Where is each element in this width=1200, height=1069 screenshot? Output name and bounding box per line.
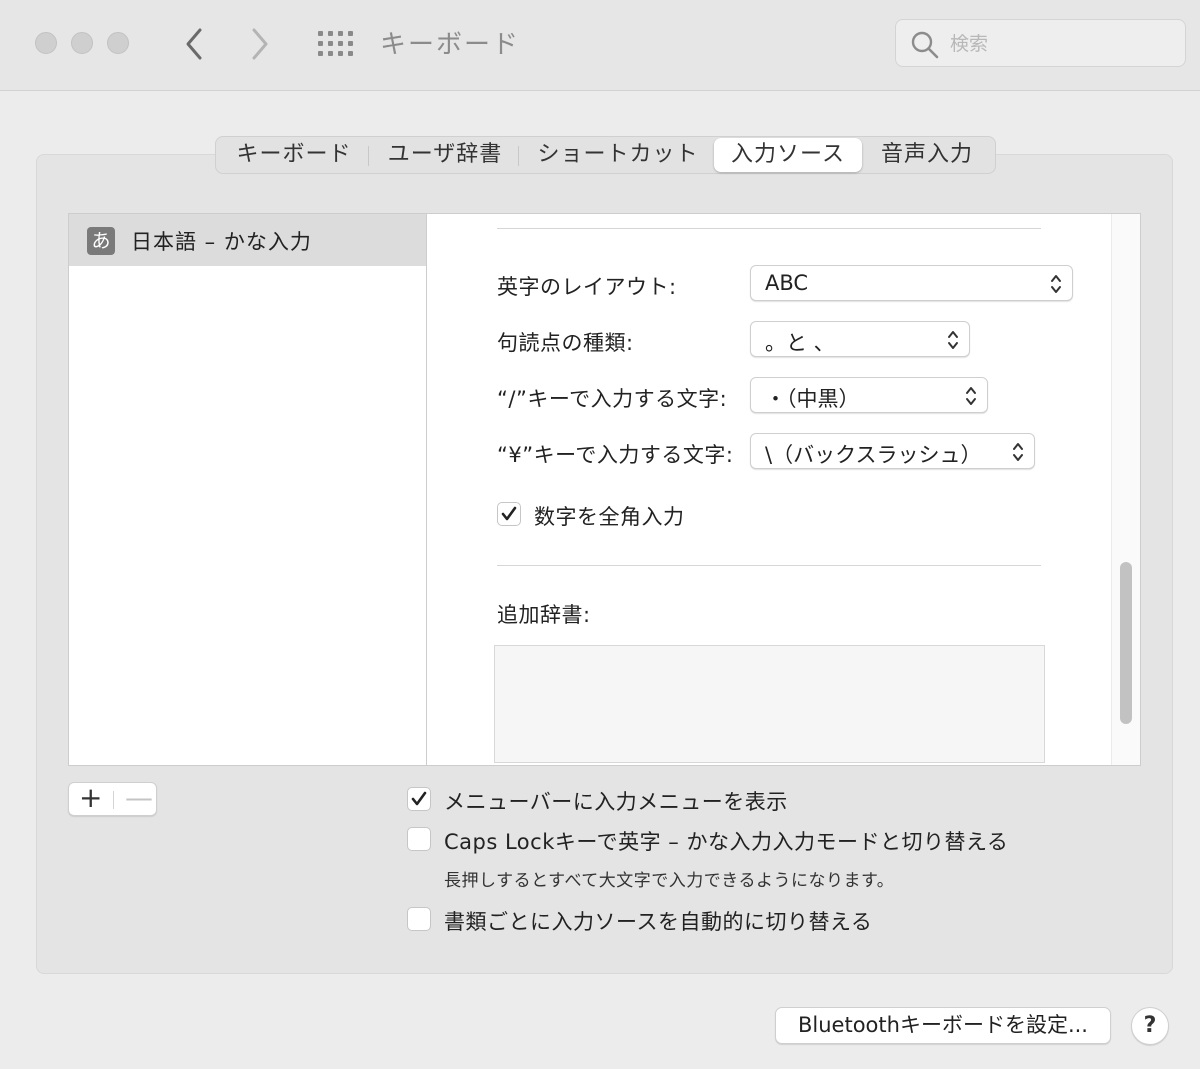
checkmark-icon [411, 791, 427, 806]
search-input[interactable] [948, 30, 1172, 58]
hiragana-input-icon: あ [87, 227, 115, 255]
help-button[interactable]: ? [1131, 1007, 1169, 1045]
title-bar: キーボード [0, 0, 1200, 91]
tab-shortcuts[interactable]: ショートカット [526, 138, 710, 172]
updown-arrows-icon [1013, 443, 1023, 461]
show-input-menu-checkbox[interactable] [407, 787, 431, 811]
capslock-switch-checkbox[interactable] [407, 827, 431, 851]
punctuation-label: 句読点の種類: [497, 331, 634, 355]
layout-popup[interactable]: ABC [750, 265, 1073, 301]
yen-key-label: “¥”キーで入力する文字: [497, 443, 734, 467]
updown-arrows-icon [966, 387, 976, 405]
checkmark-icon [501, 506, 517, 521]
capslock-switch-label: Caps Lockキーで英字 – かな入力入力モードと切り替える [444, 830, 1009, 854]
add-remove-control: + — [68, 781, 157, 816]
forward-button[interactable] [242, 24, 278, 64]
tab-bar: キーボード ユーザ辞書 ショートカット 入力ソース 音声入力 [215, 136, 996, 174]
close-window-button[interactable] [35, 32, 57, 54]
yen-key-popup[interactable]: \（バックスラッシュ） [750, 433, 1035, 469]
chevron-right-icon [252, 28, 268, 60]
yen-key-value: \（バックスラッシュ） [765, 443, 982, 467]
minimize-window-button[interactable] [71, 32, 93, 54]
window-title: キーボード [380, 30, 521, 60]
preferences-window: キーボード キーボード ユーザ辞書 ショートカット 入力ソース 音声入力 あ 日… [0, 0, 1200, 1069]
layout-value: ABC [765, 271, 809, 295]
updown-arrows-icon [948, 331, 958, 349]
search-field[interactable] [895, 19, 1186, 67]
back-button[interactable] [176, 24, 212, 64]
search-icon [911, 31, 939, 59]
slash-key-value: ・（中黒） [765, 387, 860, 411]
show-input-menu-label: メニューバーに入力メニューを表示 [444, 790, 788, 814]
vertical-scrollbar[interactable] [1111, 214, 1140, 765]
extra-dictionary-label: 追加辞書: [497, 603, 591, 627]
auto-switch-checkbox[interactable] [407, 907, 431, 931]
tab-user-dictionary[interactable]: ユーザ辞書 [376, 138, 514, 172]
control-divider [113, 791, 114, 809]
tab-divider [518, 146, 519, 166]
input-sources-box: あ 日本語 – かな入力 英字のレイアウト: ABC 句読点の種類: 。と 、 [68, 213, 1141, 766]
tab-dictation[interactable]: 音声入力 [864, 138, 990, 172]
chevron-left-icon [186, 28, 202, 60]
updown-arrows-icon [1051, 275, 1061, 293]
auto-switch-label: 書類ごとに入力ソースを自動的に切り替える [444, 910, 873, 934]
fullwidth-numbers-checkbox[interactable] [497, 502, 521, 526]
input-source-settings: 英字のレイアウト: ABC 句読点の種類: 。と 、 “/”キーで入力する文字:… [427, 214, 1140, 765]
add-source-button[interactable]: + [79, 781, 102, 814]
tab-divider [368, 146, 369, 166]
divider [497, 228, 1041, 229]
show-all-grid-icon[interactable] [318, 31, 354, 57]
slash-key-popup[interactable]: ・（中黒） [750, 377, 988, 413]
capslock-note: 長押しするとすべて大文字で入力できるようになります。 [444, 871, 895, 891]
tab-input-sources[interactable]: 入力ソース [714, 138, 862, 172]
setup-bluetooth-keyboard-button[interactable]: Bluetoothキーボードを設定... [775, 1007, 1111, 1044]
divider [497, 565, 1041, 566]
list-item[interactable]: あ 日本語 – かな入力 [69, 214, 426, 266]
zoom-window-button[interactable] [107, 32, 129, 54]
input-source-list: あ 日本語 – かな入力 [69, 214, 427, 765]
extra-dictionary-list[interactable] [494, 645, 1045, 763]
scroll-thumb[interactable] [1120, 562, 1132, 724]
remove-source-button[interactable]: — [125, 781, 153, 814]
slash-key-label: “/”キーで入力する文字: [497, 387, 728, 411]
punctuation-popup[interactable]: 。と 、 [750, 321, 970, 357]
layout-label: 英字のレイアウト: [497, 275, 677, 299]
input-source-label: 日本語 – かな入力 [131, 230, 312, 254]
punctuation-value: 。と 、 [765, 331, 835, 355]
tab-keyboard[interactable]: キーボード [224, 138, 364, 172]
fullwidth-numbers-label: 数字を全角入力 [534, 505, 685, 529]
